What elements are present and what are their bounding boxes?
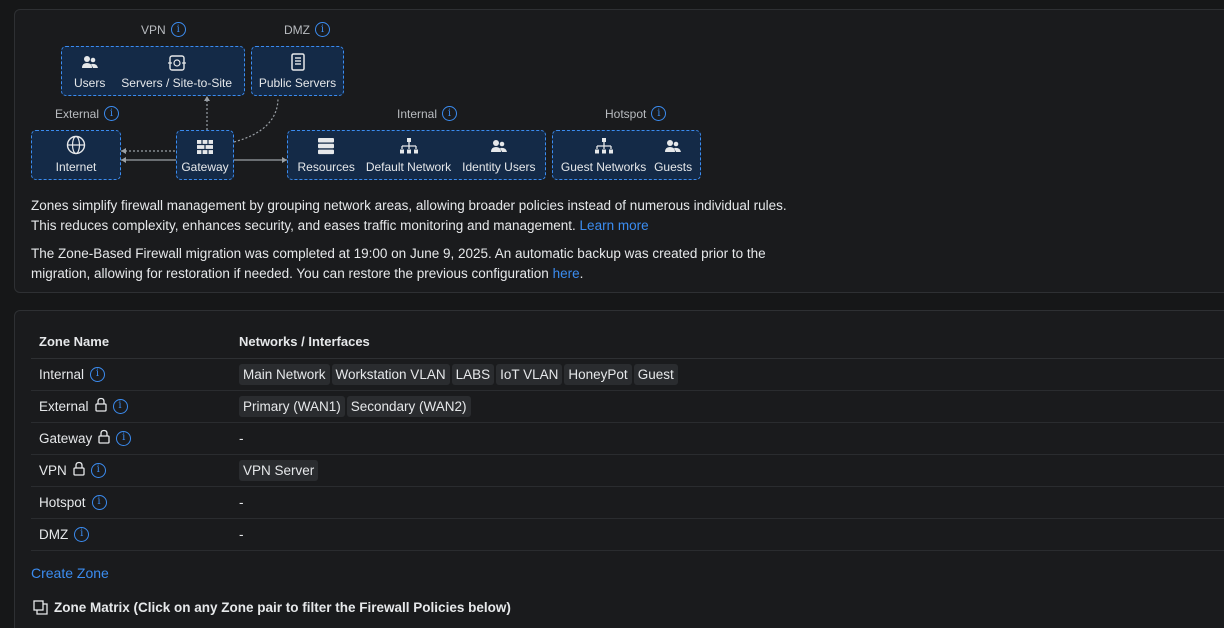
empty-value: -	[239, 430, 244, 446]
lock-icon	[73, 461, 85, 479]
empty-value: -	[239, 526, 244, 542]
globe-icon	[66, 135, 86, 155]
users-icon	[81, 56, 98, 68]
networks-cell: -	[231, 422, 1224, 455]
table-row[interactable]: DMZ i -	[31, 518, 1224, 551]
info-icon[interactable]: i	[90, 366, 106, 382]
info-icon[interactable]: i	[442, 106, 458, 121]
vpn-server-icon	[167, 55, 186, 71]
guests-node: Guests	[654, 139, 692, 174]
networks-cell: -	[231, 486, 1224, 519]
networks-interfaces-header: Networks / Interfaces	[231, 326, 1224, 359]
gateway-node: Gateway	[181, 139, 229, 174]
info-icon[interactable]: i	[74, 526, 90, 542]
zone-name-cell: VPN i	[31, 454, 231, 487]
vpn-zone-label: VPN i	[141, 22, 186, 37]
table-row[interactable]: Gateway i -	[31, 422, 1224, 455]
users-icon	[490, 140, 507, 152]
network-chip[interactable]: IoT VLAN	[496, 363, 563, 385]
hotspot-zone-box[interactable]: Guest Networks Guests	[552, 130, 701, 180]
table-row[interactable]: Internal i Main Network Workstation VLAN LAB…	[31, 358, 1224, 391]
table-row[interactable]: VPN i VPN Server	[31, 454, 1224, 487]
zone-matrix-header[interactable]: Zone Matrix (Click on any Zone pair to f…	[33, 600, 511, 615]
lock-icon	[98, 429, 110, 447]
zones-table: Zone Name Networks / Interfaces Internal…	[31, 326, 1224, 551]
network-chip[interactable]: Secondary (WAN2)	[346, 395, 471, 417]
learn-more-link[interactable]: Learn more	[580, 218, 649, 233]
servers-site-to-site-node: Servers / Site-to-Site	[121, 55, 232, 90]
network-chip[interactable]: Guest	[633, 363, 678, 385]
dmz-zone-label: DMZ i	[284, 22, 330, 37]
zone-name[interactable]: External	[39, 399, 89, 414]
hotspot-zone-label: Hotspot i	[605, 106, 667, 121]
zone-name-cell: Internal i	[31, 358, 231, 391]
zone-matrix-label: Zone Matrix (Click on any Zone pair to f…	[54, 600, 511, 615]
identity-users-node: Identity Users	[462, 139, 536, 174]
network-chip[interactable]: Main Network	[239, 363, 330, 385]
lock-icon	[94, 397, 107, 415]
table-row[interactable]: External i Primary (WAN1) Secondary (WAN2)	[31, 390, 1224, 423]
zone-name[interactable]: Hotspot	[39, 495, 86, 510]
resources-node: Resources	[297, 137, 355, 174]
table-row[interactable]: Hotspot i -	[31, 486, 1224, 519]
networks-cell: Main Network Workstation VLAN LABS IoT VLAN…	[231, 358, 1224, 391]
dmz-zone-box[interactable]: Public Servers	[251, 46, 344, 96]
internal-zone-label: Internal i	[397, 106, 458, 121]
default-network-node: Default Network	[366, 137, 451, 174]
zone-name-cell: Gateway i	[31, 422, 231, 455]
empty-value: -	[239, 494, 244, 510]
users-node: Users	[74, 55, 105, 90]
matrix-icon	[33, 600, 48, 615]
info-icon[interactable]: i	[91, 494, 107, 510]
network-topology-icon	[399, 138, 418, 154]
firewall-icon	[196, 140, 213, 154]
external-zone-box[interactable]: Internet	[31, 130, 121, 180]
zone-name-header[interactable]: Zone Name	[31, 326, 231, 359]
networks-cell: VPN Server	[231, 454, 1224, 487]
info-icon[interactable]: i	[112, 398, 128, 414]
zone-name[interactable]: Internal	[39, 367, 84, 382]
public-servers-node: Public Servers	[259, 53, 336, 90]
guest-networks-node: Guest Networks	[561, 137, 646, 174]
vpn-zone-box[interactable]: Users Servers / Site-to-Site	[61, 46, 245, 96]
migration-line-2: migration, allowing for restoration if n…	[31, 266, 584, 281]
zone-name-cell: DMZ i	[31, 518, 231, 551]
network-chip[interactable]: LABS	[451, 363, 495, 385]
server-icon	[290, 53, 305, 71]
info-icon[interactable]: i	[116, 430, 132, 446]
info-icon[interactable]: i	[170, 22, 186, 37]
zone-name[interactable]: Gateway	[39, 431, 92, 446]
zone-name[interactable]: VPN	[39, 463, 67, 478]
gateway-zone-box[interactable]: Gateway	[176, 130, 234, 180]
networks-cell: -	[231, 518, 1224, 551]
description-line-2: This reduces complexity, enhances securi…	[31, 218, 649, 233]
migration-notice: The Zone-Based Firewall migration was co…	[31, 244, 766, 284]
network-chip[interactable]: Primary (WAN1)	[239, 395, 345, 417]
zone-name-cell: Hotspot i	[31, 486, 231, 519]
info-icon[interactable]: i	[315, 22, 330, 37]
network-topology-icon	[594, 138, 613, 154]
network-chip[interactable]: HoneyPot	[564, 363, 632, 385]
network-chip[interactable]: VPN Server	[239, 459, 319, 481]
description-line-1: Zones simplify firewall management by gr…	[31, 198, 787, 213]
users-icon	[665, 140, 682, 152]
internet-node: Internet	[56, 135, 96, 174]
database-icon	[318, 138, 335, 155]
networks-cell: Primary (WAN1) Secondary (WAN2)	[231, 390, 1224, 423]
restore-here-link[interactable]: here	[553, 266, 580, 281]
info-icon[interactable]: i	[90, 462, 106, 478]
info-icon[interactable]: i	[104, 106, 120, 121]
table-header-row: Zone Name Networks / Interfaces	[31, 326, 1224, 359]
zones-description: Zones simplify firewall management by gr…	[31, 196, 787, 236]
network-chip[interactable]: Workstation VLAN	[331, 363, 450, 385]
migration-line-1: The Zone-Based Firewall migration was co…	[31, 246, 766, 261]
create-zone-link[interactable]: Create Zone	[31, 565, 109, 581]
external-zone-label: External i	[55, 106, 120, 121]
zone-name[interactable]: DMZ	[39, 527, 68, 542]
info-icon[interactable]: i	[651, 106, 667, 121]
zone-name-cell: External i	[31, 390, 231, 423]
internal-zone-box[interactable]: Resources Default Network Identity Users	[287, 130, 546, 180]
